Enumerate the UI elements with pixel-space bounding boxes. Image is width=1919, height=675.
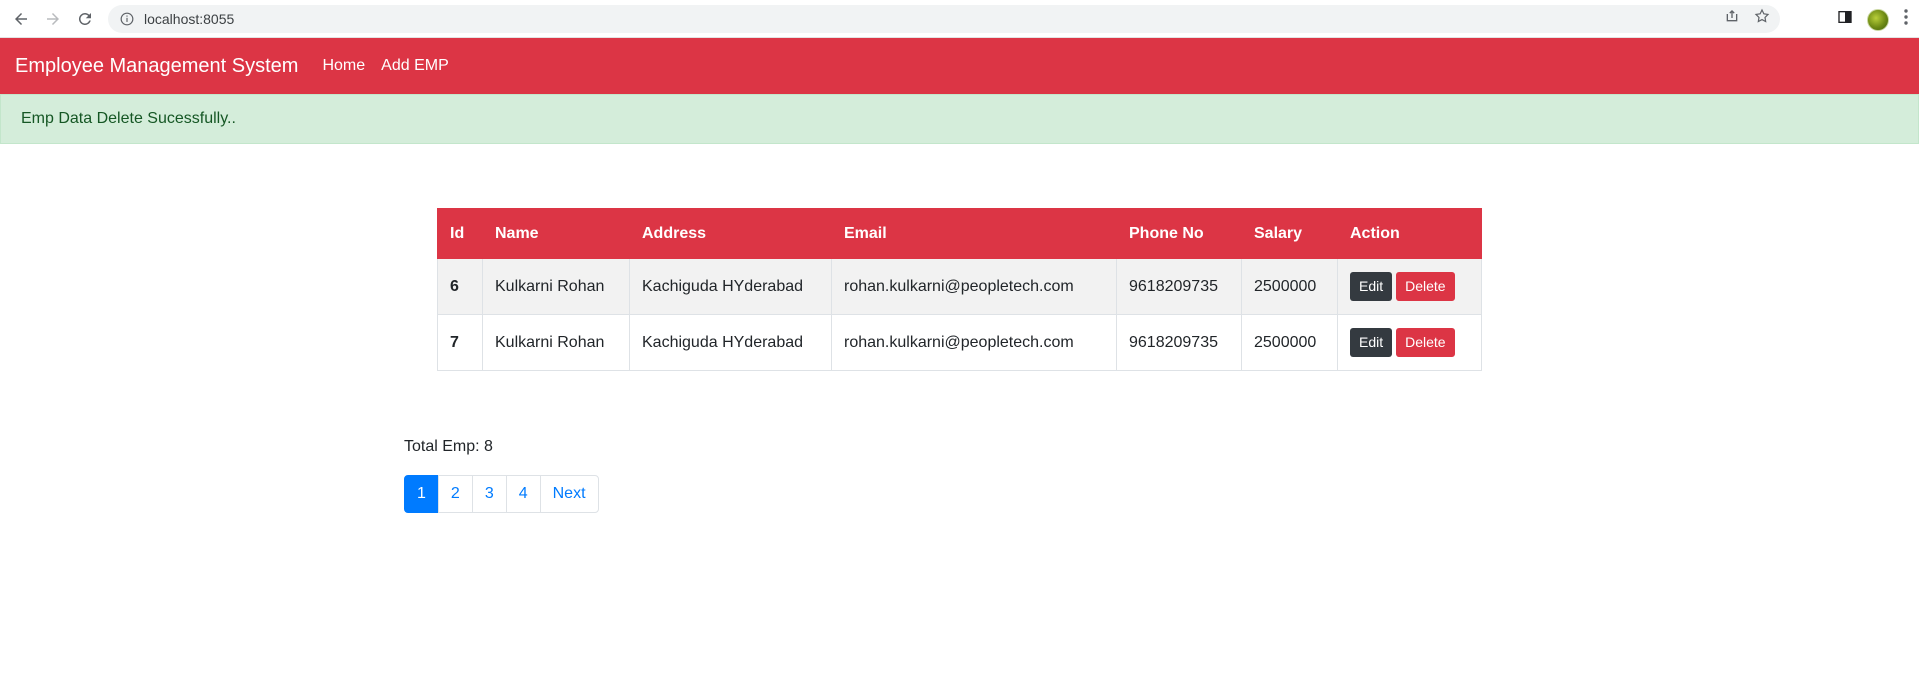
cell-action: Edit Delete bbox=[1337, 258, 1482, 315]
cell-phone: 9618209735 bbox=[1116, 314, 1242, 371]
header-name: Name bbox=[482, 208, 630, 259]
nav-link-home[interactable]: Home bbox=[322, 57, 365, 75]
cell-name: Kulkarni Rohan bbox=[482, 314, 630, 371]
header-address: Address bbox=[629, 208, 832, 259]
back-arrow-icon[interactable] bbox=[10, 8, 32, 30]
profile-avatar[interactable] bbox=[1867, 8, 1889, 31]
header-action: Action bbox=[1337, 208, 1482, 259]
star-icon[interactable] bbox=[1754, 8, 1770, 27]
table-header-row: Id Name Address Email Phone No Salary Ac… bbox=[437, 208, 1482, 259]
cell-name: Kulkarni Rohan bbox=[482, 258, 630, 315]
cell-salary: 2500000 bbox=[1241, 314, 1338, 371]
nav-link-add-emp[interactable]: Add EMP bbox=[381, 57, 449, 75]
cell-phone: 9618209735 bbox=[1116, 258, 1242, 315]
employee-table: Id Name Address Email Phone No Salary Ac… bbox=[437, 208, 1482, 371]
cell-id: 6 bbox=[437, 258, 483, 315]
cell-salary: 2500000 bbox=[1241, 258, 1338, 315]
table-row: 7 Kulkarni Rohan Kachiguda HYderabad roh… bbox=[437, 314, 1482, 371]
page-link-1[interactable]: 1 bbox=[404, 475, 439, 513]
share-icon[interactable] bbox=[1724, 8, 1740, 27]
cell-address: Kachiguda HYderabad bbox=[629, 314, 832, 371]
cell-address: Kachiguda HYderabad bbox=[629, 258, 832, 315]
forward-arrow-icon[interactable] bbox=[42, 8, 64, 30]
cell-id: 7 bbox=[437, 314, 483, 371]
url-text[interactable]: localhost:8055 bbox=[144, 11, 234, 27]
next-page-link[interactable]: Next bbox=[539, 475, 599, 513]
delete-button[interactable]: Delete bbox=[1396, 328, 1455, 357]
header-phone: Phone No bbox=[1116, 208, 1242, 259]
cell-email: rohan.kulkarni@peopletech.com bbox=[831, 314, 1117, 371]
header-salary: Salary bbox=[1241, 208, 1338, 259]
header-email: Email bbox=[831, 208, 1117, 259]
browser-toolbar: localhost:8055 bbox=[0, 0, 1919, 38]
edit-button[interactable]: Edit bbox=[1350, 328, 1393, 357]
alert-message: Emp Data Delete Sucessfully.. bbox=[21, 110, 236, 127]
table-row: 6 Kulkarni Rohan Kachiguda HYderabad roh… bbox=[437, 258, 1482, 315]
address-bar[interactable]: localhost:8055 bbox=[108, 5, 1780, 33]
pagination: 1 2 3 4 Next bbox=[404, 475, 599, 513]
success-alert: Emp Data Delete Sucessfully.. bbox=[0, 94, 1919, 144]
reload-icon[interactable] bbox=[74, 8, 96, 30]
edit-button[interactable]: Edit bbox=[1350, 272, 1393, 301]
page-link-4[interactable]: 4 bbox=[505, 475, 541, 513]
total-employees: Total Emp: 8 bbox=[404, 438, 493, 455]
brand-title[interactable]: Employee Management System bbox=[15, 55, 298, 78]
page-link-3[interactable]: 3 bbox=[471, 475, 507, 513]
delete-button[interactable]: Delete bbox=[1396, 272, 1455, 301]
cell-email: rohan.kulkarni@peopletech.com bbox=[831, 258, 1117, 315]
app-navbar: Employee Management System Home Add EMP bbox=[0, 38, 1919, 94]
header-id: Id bbox=[437, 208, 483, 259]
side-panel-icon[interactable] bbox=[1837, 9, 1853, 30]
page-link-2[interactable]: 2 bbox=[437, 475, 473, 513]
employee-table-container: Id Name Address Email Phone No Salary Ac… bbox=[437, 208, 1482, 371]
info-icon[interactable] bbox=[120, 12, 134, 26]
cell-action: Edit Delete bbox=[1337, 314, 1482, 371]
more-menu-icon[interactable] bbox=[1903, 8, 1909, 31]
